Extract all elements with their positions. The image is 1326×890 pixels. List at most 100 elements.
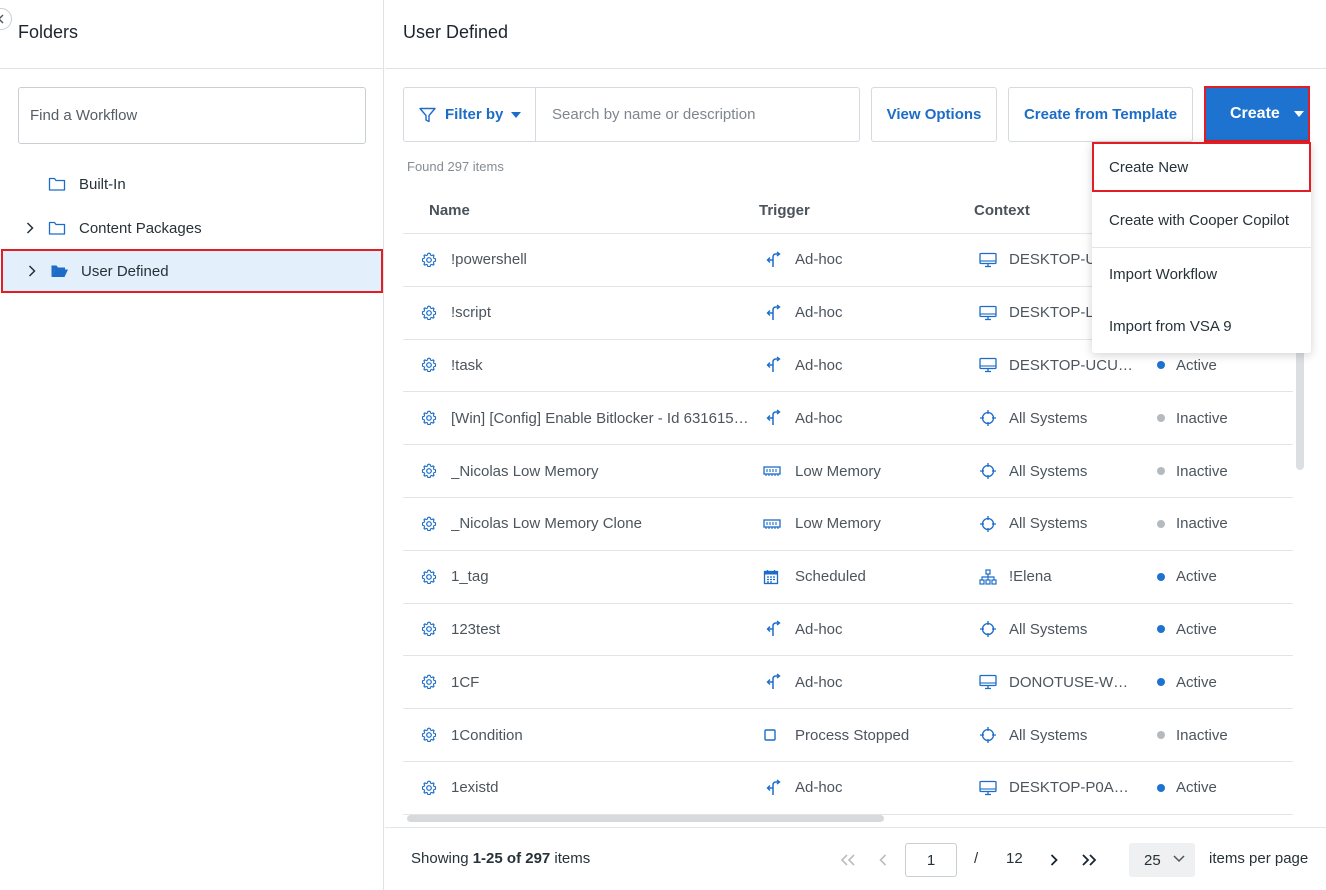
context-label: All Systems [1009,462,1088,480]
gear-icon [421,604,437,656]
workflow-name[interactable]: _Nicolas Low Memory [451,445,747,497]
hierarchy-icon [979,551,997,603]
items-per-page-value: 25 [1144,851,1161,869]
crosshair-icon [979,709,997,761]
adhoc-icon [763,656,781,708]
context-label: !Elena [1009,568,1052,586]
workflow-name[interactable]: 1CF [451,656,747,708]
context-label: DESKTOP-UCUT0… [1009,356,1137,374]
menu-item-create-with-cooper-copilot[interactable]: Create with Cooper Copilot [1092,194,1311,246]
menu-item-import-from-vsa-9[interactable]: Import from VSA 9 [1092,300,1311,352]
tree-item-label: Built-In [79,175,126,193]
workflow-name[interactable]: 123test [451,604,747,656]
table-row[interactable]: 1CF Ad-hoc DONOTUSE-WS-E… Active [403,656,1293,710]
adhoc-icon [763,762,781,814]
tree-item-built-in[interactable]: Built-In [0,162,384,206]
tree-item-user-defined[interactable]: User Defined [1,249,383,293]
divider [0,68,384,69]
search-input[interactable] [536,88,859,141]
folder-open-icon [50,263,68,279]
page-number-input[interactable] [905,843,957,877]
showing-range: 1-25 of 297 [472,850,551,867]
status-dot [1157,604,1167,656]
gear-icon [421,498,437,550]
find-workflow-input[interactable] [18,87,366,144]
memory-icon [763,498,781,550]
workflow-name[interactable]: !task [451,340,747,392]
trigger-label: Ad-hoc [795,251,843,269]
last-page-button[interactable] [1077,848,1101,872]
context-label: DESKTOP-P0ADS… [1009,779,1137,797]
memory-icon [763,445,781,497]
collapse-panel-button[interactable] [0,8,12,30]
table-row[interactable]: 123test Ad-hoc All Systems Active [403,604,1293,657]
showing-prefix: Showing [411,850,473,867]
next-page-button[interactable] [1042,848,1066,872]
create-label: Create [1230,105,1280,122]
gear-icon [421,234,437,286]
total-pages: 12 [1006,850,1023,867]
table-row[interactable]: 1existd Ad-hoc DESKTOP-P0ADS… Active [403,762,1293,815]
context-cell: All Systems [1009,498,1137,550]
trigger-label: Process Stopped [795,726,910,744]
adhoc-icon [763,340,781,392]
create-from-template-label: Create from Template [1023,106,1178,123]
horizontal-scrollbar[interactable] [407,815,884,822]
status-dot [1157,445,1167,497]
filter-by-button[interactable]: Filter by [404,88,536,141]
trigger-label: Scheduled [795,568,866,586]
workflow-name[interactable]: [Win] [Config] Enable Bitlocker - Id 631… [451,392,747,444]
status-dot [1157,656,1167,708]
workflow-name[interactable]: 1_tag [451,551,747,603]
folder-icon [48,176,66,192]
context-label: DONOTUSE-WS-E… [1009,673,1137,691]
square-icon [763,709,781,761]
menu-item-import-workflow[interactable]: Import Workflow [1092,248,1311,300]
tree-item-content-packages[interactable]: Content Packages [0,206,384,250]
chevron-left-icon [0,14,4,24]
workflow-name[interactable]: _Nicolas Low Memory Clone [451,498,747,550]
menu-item-create-new[interactable]: Create New [1092,142,1311,192]
workflow-name[interactable]: 1Condition [451,709,747,761]
view-options-button[interactable]: View Options [871,87,997,142]
previous-page-button[interactable] [871,848,895,872]
column-header-context[interactable]: Context [974,202,1030,219]
chevron-right-icon[interactable] [26,221,36,235]
found-count: Found 297 items [407,159,504,174]
folder-icon [48,220,66,236]
workflow-name[interactable]: !powershell [451,234,747,286]
gear-icon [421,340,437,392]
tree-item-label: User Defined [81,262,169,280]
create-dropdown-menu: Create New Create with Cooper Copilot Im… [1092,142,1311,353]
menu-item-label: Import Workflow [1109,265,1218,283]
table-row[interactable]: _Nicolas Low Memory Low Memory All Systems… [403,445,1293,498]
filter-by-label: Filter by [445,106,504,123]
status-label: Active [1176,620,1217,638]
workflow-name[interactable]: 1existd [451,762,747,814]
context-label: All Systems [1009,726,1088,744]
showing-summary: Showing 1-25 of 297 items [411,850,590,867]
table-row[interactable]: _Nicolas Low Memory Clone Low Memory All S… [403,498,1293,551]
column-header-trigger[interactable]: Trigger [759,202,810,219]
column-header-name[interactable]: Name [429,202,470,219]
table-row[interactable]: 1_tag Scheduled !Elena Active [403,551,1293,604]
context-cell: !Elena [1009,551,1137,603]
items-per-page-select[interactable]: 25 [1129,843,1195,877]
create-from-template-button[interactable]: Create from Template [1008,87,1193,142]
context-label: All Systems [1009,620,1088,638]
first-page-button[interactable] [836,848,860,872]
chevron-right-icon[interactable] [28,264,38,278]
crosshair-icon [979,392,997,444]
table-row[interactable]: 1Condition Process Stopped All Systems Inac… [403,709,1293,762]
view-options-label: View Options [886,106,982,123]
gear-icon [421,551,437,603]
create-button[interactable]: Create [1204,86,1310,142]
gear-icon [421,762,437,814]
filter-icon [419,107,436,122]
trigger-label: Ad-hoc [795,304,843,322]
table-row[interactable]: [Win] [Config] Enable Bitlocker - Id 631… [403,392,1293,446]
menu-item-label: Create with Cooper Copilot [1109,211,1290,229]
workflow-name[interactable]: !script [451,287,747,339]
trigger-label: Ad-hoc [795,779,843,797]
status-label: Active [1176,568,1217,586]
